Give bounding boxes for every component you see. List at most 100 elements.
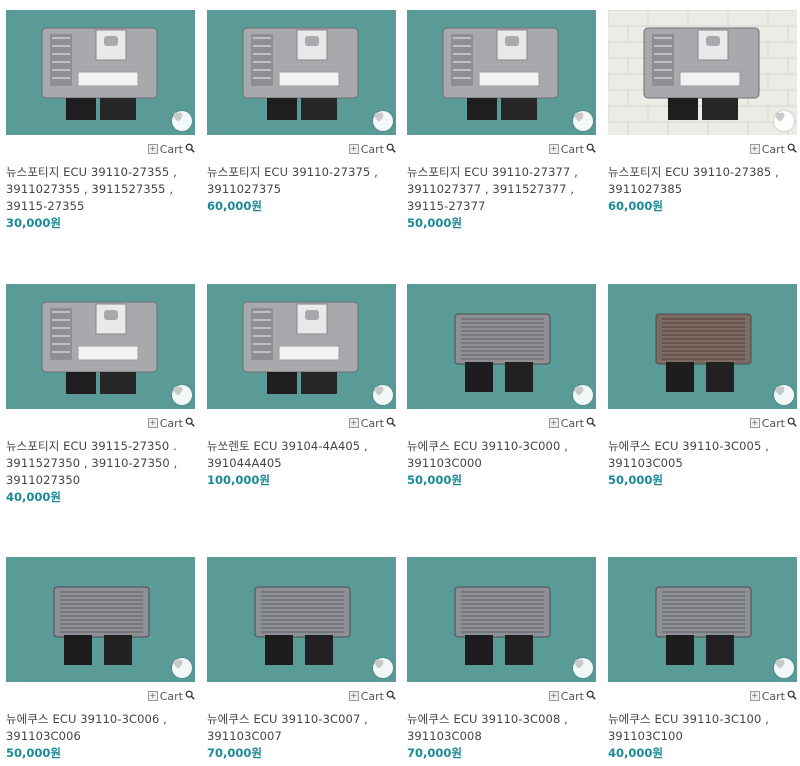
heart-icon[interactable]	[774, 385, 794, 405]
product-price: 60,000원	[207, 199, 262, 213]
product-title[interactable]: 뉴스포티지 ECU 39110-27377 , 3911027377 , 391…	[407, 164, 596, 215]
heart-icon[interactable]	[172, 385, 192, 405]
product-title[interactable]: 뉴에쿠스 ECU 39110-3C005 , 391103C005	[608, 438, 797, 472]
product-image[interactable]	[207, 10, 396, 135]
product-image[interactable]	[608, 557, 797, 682]
plus-icon: +	[548, 418, 559, 428]
cart-label: Cart	[560, 142, 584, 156]
product-title[interactable]: 뉴쏘렌토 ECU 39104-4A405 , 391044A405	[207, 438, 396, 472]
product-title[interactable]: 뉴스포티지 ECU 39110-27355 , 3911027355 , 391…	[6, 164, 195, 215]
product-image[interactable]	[6, 557, 195, 682]
cart-label: Cart	[159, 416, 183, 430]
product-image[interactable]	[6, 284, 195, 409]
product-title[interactable]: 뉴에쿠스 ECU 39110-3C008 , 391103C008	[407, 711, 596, 745]
cart-link[interactable]: + Cart	[407, 140, 596, 158]
plus-icon: +	[348, 418, 359, 428]
product-price: 70,000원	[207, 746, 262, 760]
cart-label: Cart	[360, 416, 384, 430]
product-card[interactable]: + Cart 뉴에쿠스 ECU 39110-3C008 , 391103C008…	[407, 557, 596, 762]
cart-label: Cart	[560, 689, 584, 703]
plus-icon: +	[749, 691, 760, 701]
product-card[interactable]: + Cart 뉴쏘렌토 ECU 39104-4A405 , 391044A405…	[207, 284, 396, 489]
heart-icon[interactable]	[373, 385, 393, 405]
product-card[interactable]: + Cart 뉴스포티지 ECU 39110-27377 , 391102737…	[407, 10, 596, 232]
cart-link[interactable]: + Cart	[207, 414, 396, 432]
search-icon	[386, 690, 396, 703]
product-card[interactable]: + Cart 뉴스포티지 ECU 39110-27355 , 391102735…	[6, 10, 195, 232]
product-price: 50,000원	[407, 473, 462, 487]
product-card[interactable]: + Cart 뉴에쿠스 ECU 39110-3C005 , 391103C005…	[608, 284, 797, 489]
plus-icon: +	[147, 691, 158, 701]
heart-icon[interactable]	[373, 658, 393, 678]
product-card[interactable]: + Cart 뉴스포티지 ECU 39115-27350 . 391152735…	[6, 284, 195, 506]
cart-link[interactable]: + Cart	[407, 414, 596, 432]
cart-label: Cart	[159, 142, 183, 156]
product-card[interactable]: + Cart 뉴에쿠스 ECU 39110-3C006 , 391103C006…	[6, 557, 195, 762]
cart-link[interactable]: + Cart	[608, 687, 797, 705]
plus-icon: +	[147, 418, 158, 428]
product-title[interactable]: 뉴스포티지 ECU 39110-27375 , 3911027375	[207, 164, 396, 198]
product-price: 60,000원	[608, 199, 663, 213]
product-title[interactable]: 뉴에쿠스 ECU 39110-3C007 , 391103C007	[207, 711, 396, 745]
cart-link[interactable]: + Cart	[407, 687, 596, 705]
product-title[interactable]: 뉴에쿠스 ECU 39110-3C000 , 391103C000	[407, 438, 596, 472]
cart-link[interactable]: + Cart	[6, 140, 195, 158]
product-grid: + Cart 뉴스포티지 ECU 39110-27355 , 391102735…	[0, 0, 800, 766]
cart-label: Cart	[560, 416, 584, 430]
product-price: 40,000원	[608, 746, 663, 760]
search-icon	[386, 143, 396, 156]
product-price: 50,000원	[407, 216, 462, 230]
cart-link[interactable]: + Cart	[6, 414, 195, 432]
heart-icon[interactable]	[172, 111, 192, 131]
product-card[interactable]: + Cart 뉴에쿠스 ECU 39110-3C007 , 391103C007…	[207, 557, 396, 762]
heart-icon[interactable]	[573, 385, 593, 405]
cart-link[interactable]: + Cart	[608, 140, 797, 158]
cart-label: Cart	[360, 689, 384, 703]
product-card[interactable]: + Cart 뉴스포티지 ECU 39110-27375 , 391102737…	[207, 10, 396, 215]
plus-icon: +	[147, 144, 158, 154]
product-price: 50,000원	[6, 746, 61, 760]
search-icon	[787, 417, 797, 430]
heart-icon[interactable]	[573, 111, 593, 131]
cart-link[interactable]: + Cart	[207, 140, 396, 158]
heart-icon[interactable]	[774, 111, 794, 131]
product-image[interactable]	[407, 557, 596, 682]
product-title[interactable]: 뉴스포티지 ECU 39115-27350 . 3911527350 , 391…	[6, 438, 195, 489]
product-price: 40,000원	[6, 490, 61, 504]
cart-label: Cart	[761, 689, 785, 703]
product-price: 50,000원	[608, 473, 663, 487]
product-title[interactable]: 뉴에쿠스 ECU 39110-3C100 , 391103C100	[608, 711, 797, 745]
product-image[interactable]	[6, 10, 195, 135]
cart-link[interactable]: + Cart	[6, 687, 195, 705]
plus-icon: +	[548, 691, 559, 701]
product-image[interactable]	[407, 284, 596, 409]
heart-icon[interactable]	[172, 658, 192, 678]
product-image[interactable]	[207, 284, 396, 409]
cart-label: Cart	[761, 142, 785, 156]
product-card[interactable]: + Cart 뉴에쿠스 ECU 39110-3C000 , 391103C000…	[407, 284, 596, 489]
product-price: 100,000원	[207, 473, 270, 487]
cart-link[interactable]: + Cart	[207, 687, 396, 705]
product-image[interactable]	[608, 284, 797, 409]
product-card[interactable]: + Cart 뉴스포티지 ECU 39110-27385 , 391102738…	[608, 10, 797, 215]
product-title[interactable]: 뉴스포티지 ECU 39110-27385 , 3911027385	[608, 164, 797, 198]
plus-icon: +	[548, 144, 559, 154]
product-card[interactable]: + Cart 뉴에쿠스 ECU 39110-3C100 , 391103C100…	[608, 557, 797, 762]
heart-icon[interactable]	[573, 658, 593, 678]
plus-icon: +	[348, 144, 359, 154]
cart-link[interactable]: + Cart	[608, 414, 797, 432]
plus-icon: +	[348, 691, 359, 701]
search-icon	[586, 690, 596, 703]
search-icon	[185, 417, 195, 430]
search-icon	[185, 690, 195, 703]
cart-label: Cart	[159, 689, 183, 703]
heart-icon[interactable]	[373, 111, 393, 131]
plus-icon: +	[749, 144, 760, 154]
heart-icon[interactable]	[774, 658, 794, 678]
product-image[interactable]	[407, 10, 596, 135]
product-title[interactable]: 뉴에쿠스 ECU 39110-3C006 , 391103C006	[6, 711, 195, 745]
product-price: 30,000원	[6, 216, 61, 230]
product-price: 70,000원	[407, 746, 462, 760]
product-image[interactable]	[608, 10, 797, 135]
product-image[interactable]	[207, 557, 396, 682]
